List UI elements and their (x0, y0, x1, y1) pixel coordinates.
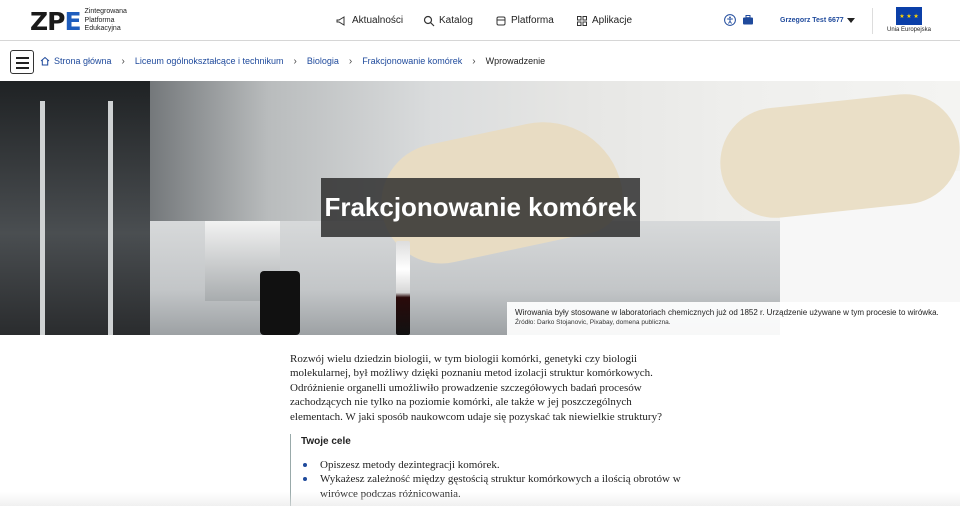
megaphone-icon (336, 15, 345, 26)
breadcrumb-frakcjonowanie[interactable]: Frakcjonowanie komórek (362, 56, 462, 66)
nav-aktualnosci[interactable]: Aktualności (336, 0, 403, 41)
breadcrumb-bar: Strona główna › Liceum ogólnokształcące … (0, 41, 960, 81)
goals-section: Twoje cele Opiszesz metody dezintegracji… (290, 434, 690, 506)
chevron-right-icon: › (348, 55, 353, 67)
briefcase-icon[interactable] (742, 14, 754, 26)
breadcrumb-liceum[interactable]: Liceum ogólnokształcące i technikum (135, 56, 284, 66)
breadcrumb-current: Wprowadzenie (485, 56, 546, 66)
test-tube (396, 241, 410, 335)
cap-icon (496, 16, 506, 25)
scroll-fade (0, 492, 960, 506)
chevron-right-icon: › (293, 55, 297, 67)
intro-text: Rozwój wielu dziedzin biologii, w tym bi… (290, 353, 662, 423)
eu-label: Unia Europejska (886, 27, 932, 33)
breadcrumb-home[interactable]: Strona główna (54, 56, 112, 66)
chevron-right-icon: › (472, 55, 476, 67)
home-icon (40, 56, 50, 66)
top-header: ZPE Zintegrowana Platforma Edukacyjna Ak… (0, 0, 960, 41)
nav-aplikacje[interactable]: Aplikacje (576, 0, 632, 41)
zpe-logo[interactable]: ZPE Zintegrowana Platforma Edukacyjna (30, 7, 127, 35)
grid-icon (577, 15, 587, 26)
nav-platforma[interactable]: Platforma (495, 0, 554, 41)
chevron-right-icon: › (121, 55, 125, 67)
accessibility-icon[interactable] (724, 14, 736, 26)
breadcrumb: Strona główna › Liceum ogólnokształcące … (40, 41, 545, 81)
list-item: Opiszesz metody dezintegracji komórek. (303, 458, 682, 472)
menu-button[interactable] (10, 50, 34, 74)
header-divider (872, 8, 873, 34)
chevron-down-icon[interactable] (847, 18, 855, 23)
hero-caption: Wirowania były stosowane w laboratoriach… (507, 302, 960, 335)
logo-text: Zintegrowana Platforma Edukacyjna (84, 8, 127, 33)
logo-mark: ZPE (30, 6, 82, 36)
nav-katalog[interactable]: Katalog (423, 0, 473, 41)
search-icon (423, 15, 435, 26)
breadcrumb-biologia[interactable]: Biologia (307, 56, 339, 66)
goals-title: Twoje cele (301, 436, 351, 447)
user-menu[interactable]: Grzegorz Test 6677 (780, 0, 844, 41)
page-title: Frakcjonowanie komórek (321, 178, 640, 237)
eu-flag-icon: ★ ★ ★ (896, 7, 922, 25)
lab-machine (0, 81, 150, 335)
